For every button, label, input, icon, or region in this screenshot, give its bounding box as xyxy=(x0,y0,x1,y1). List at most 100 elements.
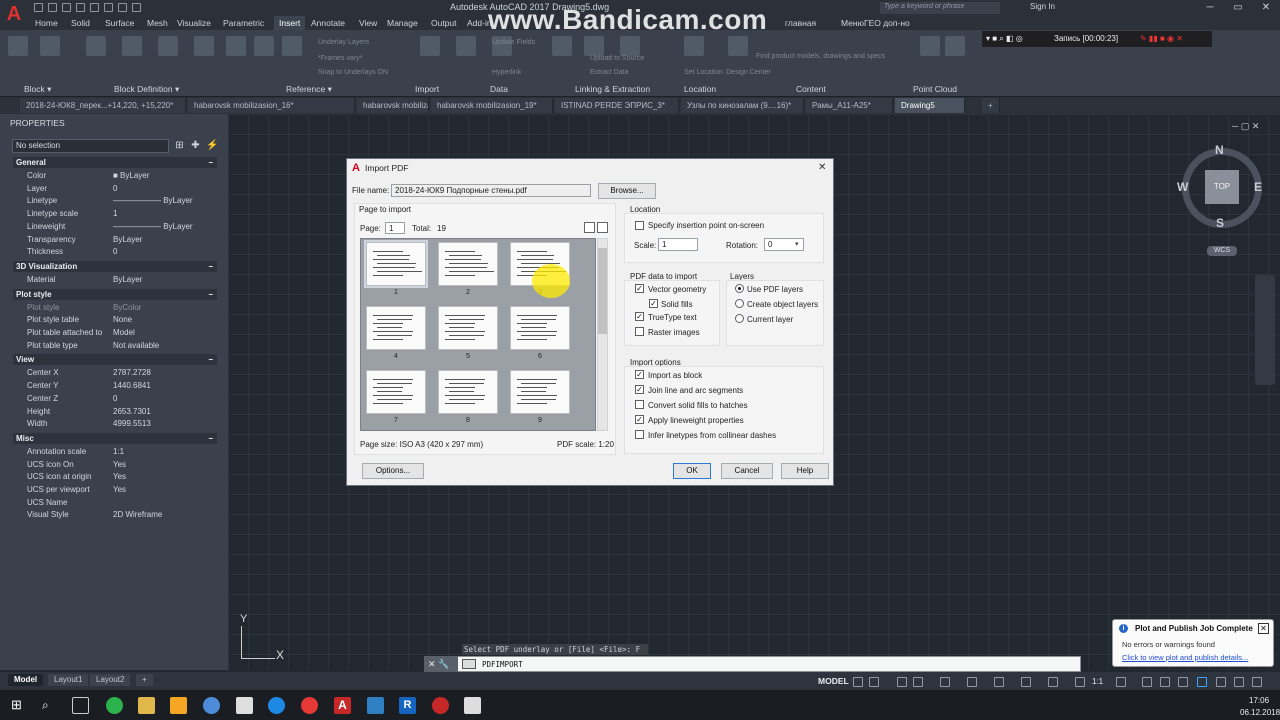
scale-input[interactable]: 1 xyxy=(658,238,698,251)
viewport-controls-icon[interactable]: ─ ▢ ✕ xyxy=(1232,121,1259,132)
grid-icon[interactable] xyxy=(853,677,863,687)
task-view-icon[interactable] xyxy=(72,697,89,714)
annotation-scale[interactable]: 1:1 xyxy=(1092,677,1103,686)
property-row[interactable]: Center Y 1440.6841 xyxy=(13,380,217,393)
property-value[interactable]: 1 xyxy=(113,208,117,220)
ribbon-tool-icon[interactable] xyxy=(282,36,302,56)
ribbon-panel-title[interactable]: Import xyxy=(415,84,439,94)
calculator-icon[interactable] xyxy=(236,697,253,714)
collapse-icon[interactable]: − xyxy=(208,261,213,272)
property-value[interactable]: ByLayer xyxy=(113,274,142,286)
isodraft-icon[interactable] xyxy=(940,677,950,687)
section-misc[interactable]: Misc − xyxy=(13,432,217,444)
property-value[interactable]: Yes xyxy=(113,484,126,496)
page-thumbnail[interactable] xyxy=(366,306,426,350)
ribbon-tool-icon[interactable] xyxy=(684,36,704,56)
rotation-dropdown-icon[interactable]: ▾ xyxy=(795,240,799,248)
single-view-icon[interactable] xyxy=(584,222,595,233)
layout-tab-layout2[interactable]: Layout2 xyxy=(90,674,131,686)
property-value[interactable]: Yes xyxy=(113,459,126,471)
specify-insertion-checkbox[interactable] xyxy=(635,221,644,230)
ribbon-tool-label[interactable]: Hyperlink xyxy=(492,69,521,76)
snap-icon[interactable] xyxy=(869,677,879,687)
truetype-text-checkbox[interactable]: ✓ xyxy=(635,312,644,321)
maximize-icon[interactable]: ▭ xyxy=(1224,0,1252,16)
join-line-arc-checkbox[interactable]: ✓ xyxy=(635,385,644,394)
apply-lineweight-checkbox[interactable]: ✓ xyxy=(635,415,644,424)
scrollbar-thumb[interactable] xyxy=(598,248,607,334)
ribbon-tool-icon[interactable] xyxy=(194,36,214,56)
ribbon-tool-icon[interactable] xyxy=(226,36,246,56)
redo-icon[interactable] xyxy=(132,3,141,12)
ribbon-tool-icon[interactable] xyxy=(584,36,604,56)
recorder-controls-icon[interactable]: ✎ ▮▮ ■ ◉ ✕ xyxy=(1140,31,1183,47)
save-icon[interactable] xyxy=(62,3,71,12)
ribbon-tool-label[interactable]: *Frames vary* xyxy=(318,55,362,62)
ribbon-tool-icon[interactable] xyxy=(420,36,440,56)
property-value[interactable]: ■ ByLayer xyxy=(113,170,149,182)
ribbon-tool-icon[interactable] xyxy=(8,36,28,56)
property-value[interactable]: 4999.5513 xyxy=(113,418,151,430)
ribbon-panel-title[interactable]: Location xyxy=(684,84,716,94)
page-input[interactable]: 1 xyxy=(385,222,405,234)
file-tab[interactable]: habarovsk mobilizasion_19* xyxy=(431,98,553,113)
edge-icon[interactable] xyxy=(268,697,285,714)
property-row[interactable]: Center Z 0 xyxy=(13,393,217,406)
dialog-close-icon[interactable]: ✕ xyxy=(818,162,826,173)
options-button[interactable]: Options... xyxy=(362,463,424,479)
property-row[interactable]: Height 2653.7301 xyxy=(13,406,217,419)
page-thumbnail[interactable] xyxy=(364,240,428,288)
file-explorer-icon[interactable] xyxy=(138,697,155,714)
ribbon-tool-icon[interactable] xyxy=(158,36,178,56)
property-value[interactable]: Not available xyxy=(113,340,159,352)
open-web-icon[interactable] xyxy=(90,3,99,12)
compass-north[interactable]: N xyxy=(1215,143,1224,157)
property-value[interactable]: 1440.6841 xyxy=(113,380,151,392)
model-space-button[interactable]: MODEL xyxy=(818,676,849,686)
property-value[interactable]: 2D Wireframe xyxy=(113,509,162,521)
property-value[interactable]: 2653.7301 xyxy=(113,406,151,418)
new-tab-icon[interactable]: + xyxy=(982,98,1000,113)
ribbon-panel-title[interactable]: Block Definition ▾ xyxy=(114,84,179,95)
tab-surface[interactable]: Surface xyxy=(100,16,139,30)
tab-extra-1[interactable]: МенюГЕО доп-но xyxy=(836,16,915,30)
tab-output[interactable]: Output xyxy=(426,16,462,30)
property-value[interactable]: —————— ByLayer xyxy=(113,195,193,207)
file-tab[interactable]: habarovsk mobilizasion_16* xyxy=(188,98,355,113)
units-icon[interactable] xyxy=(1160,677,1170,687)
file-tab[interactable]: habarovsk mobilizasion_7* xyxy=(357,98,429,113)
section-general[interactable]: General − xyxy=(13,157,217,168)
page-thumbnail[interactable] xyxy=(438,242,498,286)
ribbon-tool-label[interactable]: Design Center xyxy=(726,69,771,76)
recorder-bar[interactable]: ▾ ■ ⌕ ◧ ◎ Запись [00:00:23] ✎ ▮▮ ■ ◉ ✕ xyxy=(982,31,1212,47)
property-row[interactable]: Linetype scale 1 xyxy=(13,208,217,221)
osnap-icon[interactable] xyxy=(967,677,977,687)
property-row[interactable]: Plot style table None xyxy=(13,314,217,327)
ribbon-panel-title[interactable]: Data xyxy=(490,84,508,94)
grid-view-icon[interactable] xyxy=(597,222,608,233)
annotation-monitor-icon[interactable] xyxy=(1142,677,1152,687)
ribbon-tool-icon[interactable] xyxy=(122,36,142,56)
close-icon[interactable]: ✕ xyxy=(1252,0,1280,16)
tab-solid[interactable]: Solid xyxy=(66,16,95,30)
property-row[interactable]: Plot table type Not available xyxy=(13,340,217,353)
add-layout-icon[interactable]: + xyxy=(136,674,153,686)
windows-start-icon[interactable]: ⊞ xyxy=(11,698,25,712)
property-row[interactable]: Color ■ ByLayer xyxy=(13,170,217,183)
collapse-icon[interactable]: − xyxy=(208,354,213,365)
property-value[interactable]: ByColor xyxy=(113,302,141,314)
search-icon[interactable]: ⌕ xyxy=(42,698,49,713)
property-row[interactable]: UCS icon On Yes xyxy=(13,459,217,472)
orange-app-icon[interactable] xyxy=(170,697,187,714)
clock-date[interactable]: 06.12.2018 xyxy=(1240,708,1280,717)
notification-close-icon[interactable]: ✕ xyxy=(1258,623,1269,634)
polar-icon[interactable] xyxy=(913,677,923,687)
property-row[interactable]: UCS icon at origin Yes xyxy=(13,471,217,484)
toggle-pickadd-icon[interactable]: ⊞ xyxy=(174,140,185,151)
property-row[interactable]: Plot style ByColor xyxy=(13,302,217,315)
property-row[interactable]: Visual Style 2D Wireframe xyxy=(13,509,217,522)
viewcube-top[interactable]: TOP xyxy=(1205,170,1239,204)
annotation-visibility-icon[interactable] xyxy=(1075,677,1085,687)
property-value[interactable]: Model xyxy=(113,327,135,339)
cancel-button[interactable]: Cancel xyxy=(721,463,773,479)
